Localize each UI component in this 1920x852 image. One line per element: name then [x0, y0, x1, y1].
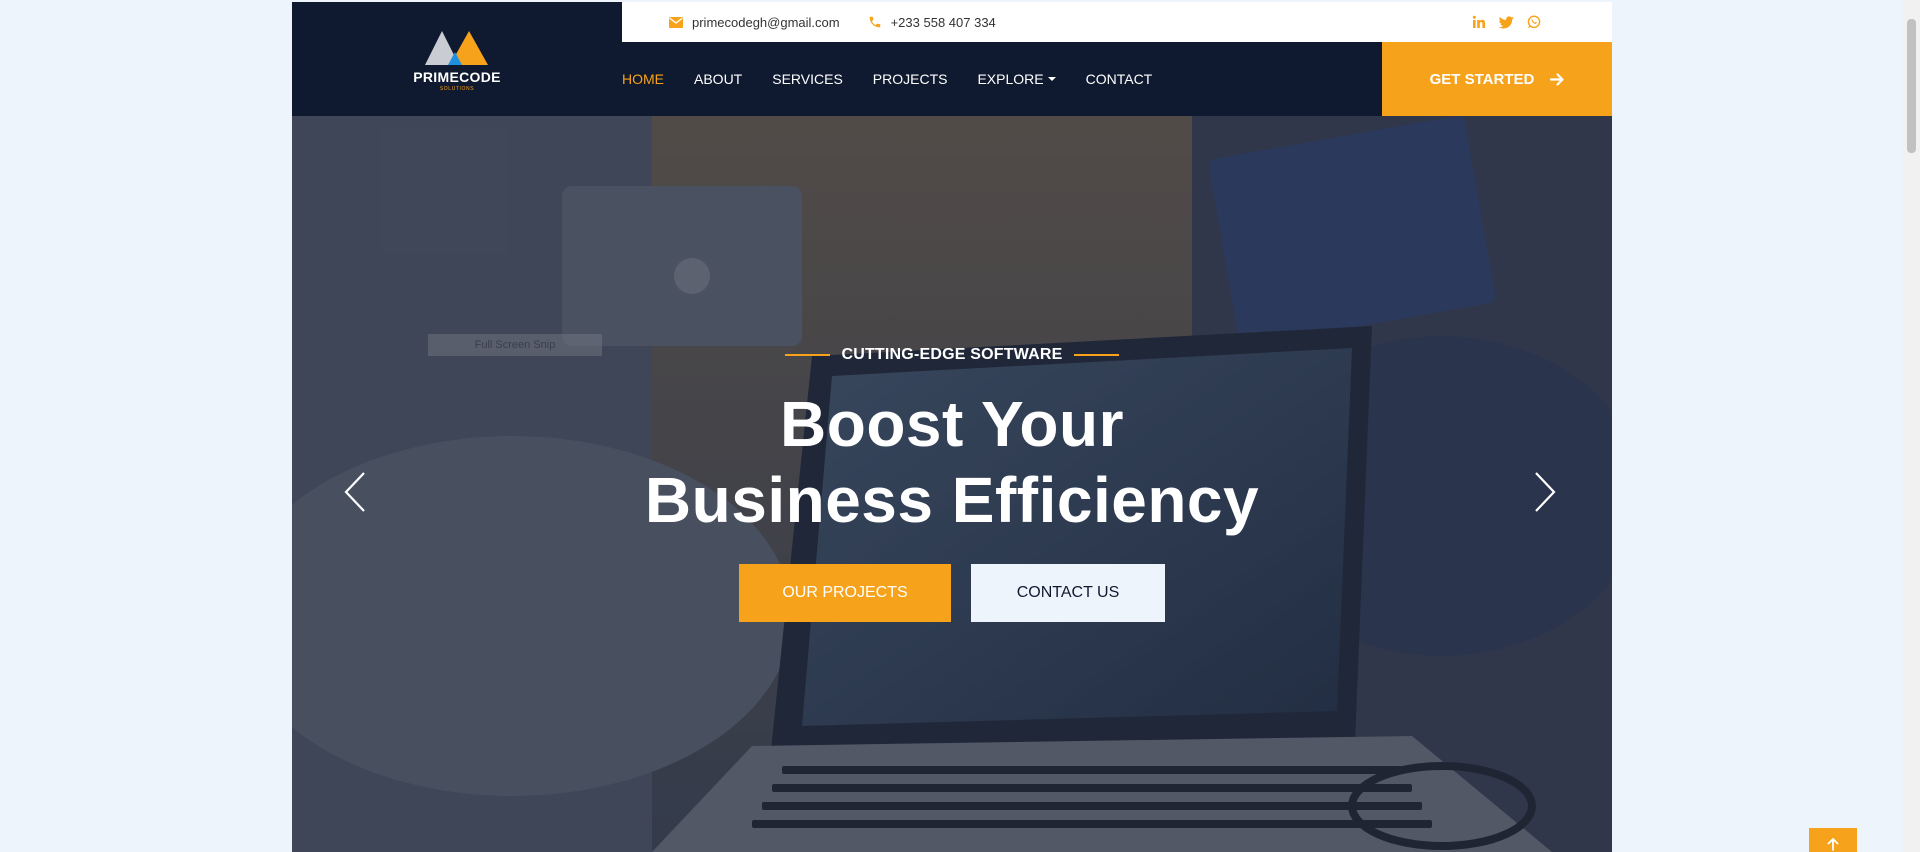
hero-content: CUTTING-EDGE SOFTWARE Boost Your Busines…: [292, 346, 1612, 622]
eyebrow-line-right: [1073, 354, 1119, 356]
page-scrollbar[interactable]: [1903, 0, 1920, 852]
caret-down-icon: [1047, 77, 1056, 81]
hero-eyebrow: CUTTING-EDGE SOFTWARE: [292, 346, 1612, 364]
scroll-thumb[interactable]: [1907, 19, 1916, 153]
main-navbar: HOME ABOUT SERVICES PROJECTS EXPLORE CON…: [622, 42, 1612, 116]
site-frame: PRIMECODE SOLUTIONS primecodegh@gmail.co…: [292, 2, 1612, 852]
email-text: primecodegh@gmail.com: [692, 14, 840, 30]
nav-item-explore[interactable]: EXPLORE: [977, 71, 1056, 87]
hero-headline: Boost Your Business Efficiency: [292, 386, 1612, 538]
linkedin-icon[interactable]: [1472, 15, 1486, 29]
brand-tagline: SOLUTIONS: [439, 85, 475, 92]
nav-item-projects[interactable]: PROJECTS: [873, 71, 948, 87]
back-to-top-button[interactable]: [1809, 828, 1857, 852]
hero-carousel: Full Screen Snip CUTTING-EDGE SOFTWARE B…: [292, 116, 1612, 852]
social-links: [1472, 15, 1541, 29]
hero-headline-line-2: Business Efficiency: [644, 464, 1260, 536]
eyebrow-line-left: [785, 354, 831, 356]
hero-headline-line-1: Boost Your: [780, 388, 1124, 460]
arrow-up-icon: [1827, 838, 1839, 851]
our-projects-button[interactable]: OUR PROJECTS: [739, 564, 951, 622]
nav-item-about[interactable]: ABOUT: [694, 71, 742, 87]
email-contact[interactable]: primecodegh@gmail.com: [669, 15, 840, 30]
nav-menu: HOME ABOUT SERVICES PROJECTS EXPLORE CON…: [622, 71, 1182, 87]
envelope-icon: [669, 16, 683, 28]
arrow-right-icon: [1550, 72, 1564, 86]
brand-name: PRIMECODE: [413, 68, 501, 85]
twitter-icon[interactable]: [1499, 15, 1514, 29]
whatsapp-icon[interactable]: [1527, 15, 1541, 29]
nav-item-home[interactable]: HOME: [622, 71, 664, 87]
top-bar: primecodegh@gmail.com +233 558 407 334: [622, 2, 1612, 42]
get-started-button[interactable]: GET STARTED: [1382, 42, 1612, 116]
nav-item-services[interactable]: SERVICES: [772, 71, 843, 87]
contact-us-button[interactable]: CONTACT US: [971, 564, 1165, 622]
hero-buttons: OUR PROJECTS CONTACT US: [292, 564, 1612, 622]
logo-mark-icon: [425, 30, 488, 65]
logo[interactable]: PRIMECODE SOLUTIONS: [292, 2, 622, 116]
phone-icon: [869, 16, 880, 28]
nav-item-contact[interactable]: CONTACT: [1086, 71, 1153, 87]
hero-eyebrow-text: CUTTING-EDGE SOFTWARE: [841, 346, 1063, 363]
nav-item-explore-label: EXPLORE: [977, 71, 1044, 87]
phone-contact[interactable]: +233 558 407 334: [868, 15, 996, 30]
phone-text: +233 558 407 334: [890, 14, 996, 30]
get-started-label: GET STARTED: [1429, 70, 1535, 88]
